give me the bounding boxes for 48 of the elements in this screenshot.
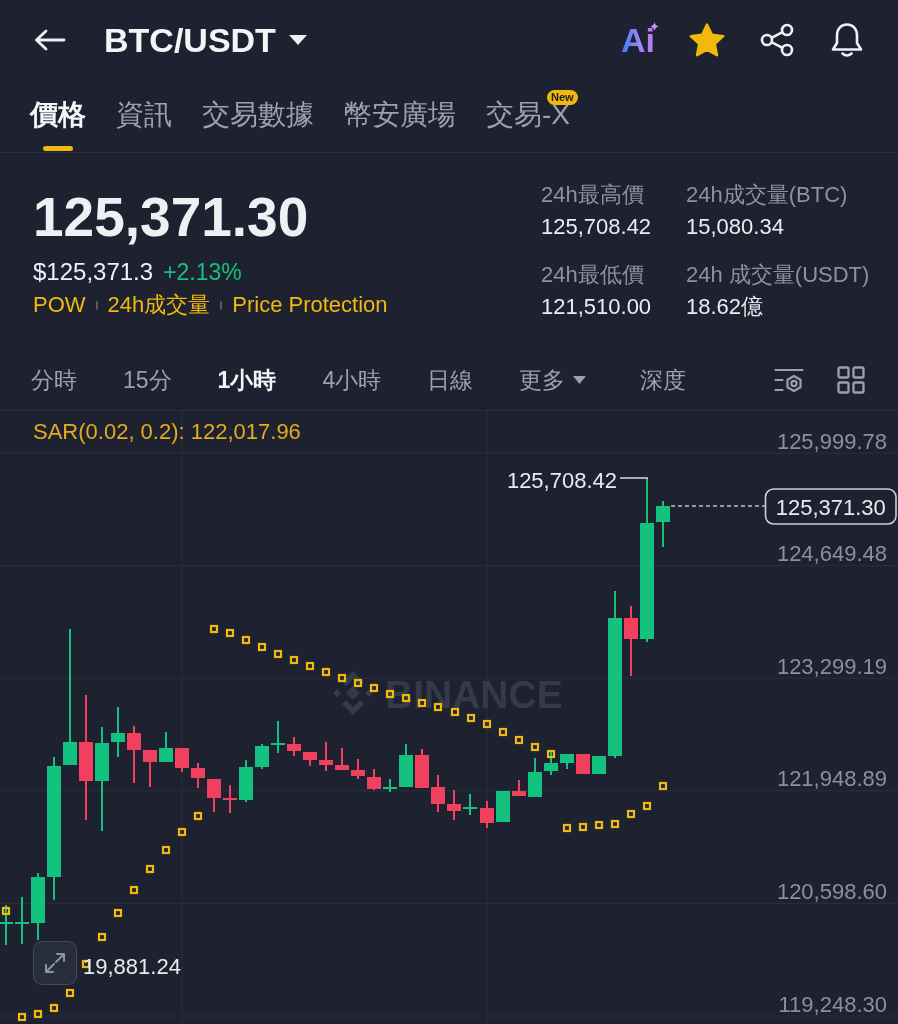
share-icon[interactable]	[759, 23, 795, 57]
grid-icon[interactable]	[837, 365, 865, 394]
chart-tab[interactable]: 深度	[640, 364, 687, 395]
expand-icon	[43, 951, 67, 975]
stat-value: 15,080.34	[686, 213, 785, 241]
price-change: +2.13%	[163, 258, 242, 287]
tab[interactable]: 交易數據	[202, 98, 314, 152]
bell-icon[interactable]	[829, 22, 865, 58]
chart-tab[interactable]: 15分	[123, 364, 172, 395]
y-axis-label: 124,649.48	[776, 541, 887, 567]
indicator-label: SAR(0.02, 0.2): 122,017.96	[33, 418, 301, 444]
y-axis-label: 121,948.89	[776, 766, 887, 792]
chart-tab[interactable]: 日線	[427, 364, 474, 395]
indicators-icon[interactable]	[774, 366, 804, 393]
stat-value: 125,708.42	[541, 213, 653, 241]
tab[interactable]: 幣安廣場	[344, 98, 456, 152]
tag-link[interactable]: 24h成交量	[107, 290, 211, 320]
tag-link[interactable]: Price Protection	[232, 290, 388, 320]
chart-tab[interactable]: 1小時	[217, 364, 277, 395]
stat-label: 24h最高價	[541, 182, 645, 208]
y-axis-label: 119,248.30	[778, 991, 887, 1017]
expand-button[interactable]	[33, 941, 77, 985]
chart-tab[interactable]: 分時	[31, 364, 77, 395]
stat-label: 24h成交量(BTC)	[686, 182, 849, 208]
leader-line	[619, 477, 649, 479]
stat-label: 24h 成交量(USDT)	[686, 262, 870, 288]
chart-tab[interactable]: 4小時	[322, 364, 382, 395]
caret-icon	[288, 35, 307, 45]
tab[interactable]: 價格	[30, 98, 86, 152]
star-icon[interactable]	[689, 23, 725, 57]
high-price-label: 125,708.42	[506, 467, 617, 493]
y-axis-label: 125,999.78	[776, 428, 887, 454]
new-badge: New	[547, 90, 578, 105]
y-axis-label: 123,299.19	[776, 653, 887, 679]
tag-link[interactable]: POW	[33, 290, 86, 320]
last-price-tag: 125,371.30	[764, 488, 897, 525]
more-dropdown[interactable]: 更多	[519, 364, 587, 395]
last-price: 125,371.30	[33, 185, 310, 249]
tab[interactable]: 資訊	[116, 98, 172, 152]
caret-icon	[573, 375, 587, 384]
back-icon[interactable]	[34, 29, 66, 51]
usd-price: $125,371.3	[33, 257, 154, 287]
stat-value: 121,510.00	[541, 293, 653, 321]
y-axis-label: 120,598.60	[776, 878, 887, 904]
low-price-label: 19,881.24	[83, 953, 181, 979]
stat-value: 18.62億	[686, 293, 765, 321]
stat-label: 24h最低價	[541, 262, 645, 288]
pair-selector[interactable]: BTC/USDT	[104, 20, 307, 60]
